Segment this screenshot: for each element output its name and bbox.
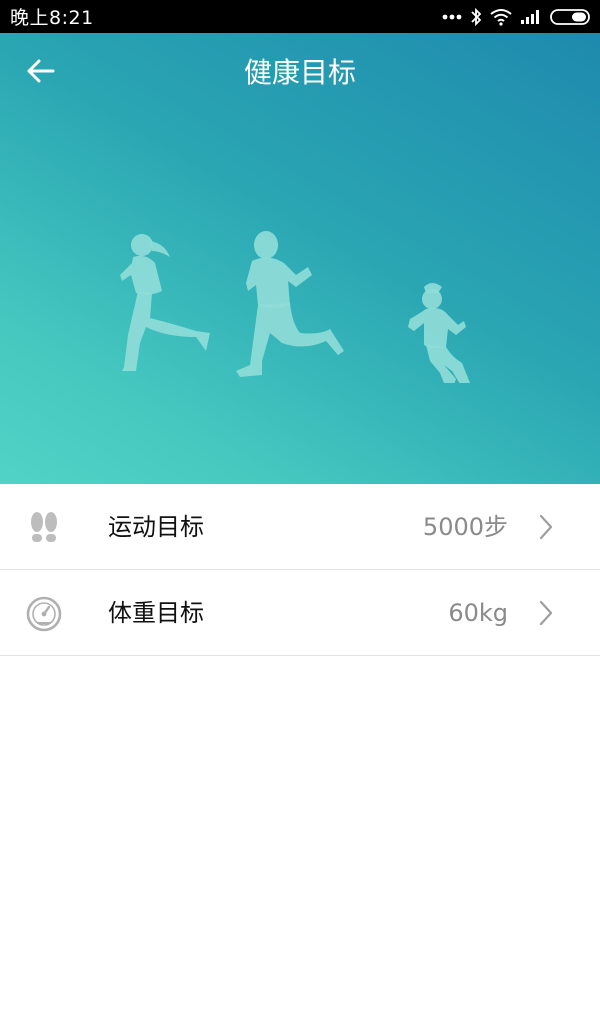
footprints-icon	[24, 508, 64, 548]
goal-value: 60kg	[448, 599, 508, 627]
runner-left-figure	[120, 234, 210, 371]
status-time: 晚上8:21	[10, 7, 94, 29]
goal-value: 5000步	[422, 513, 508, 541]
bluetooth-icon	[470, 7, 482, 27]
runner-right-figure	[408, 283, 470, 383]
status-bar: 晚上8:21	[0, 0, 600, 33]
runner-middle-figure	[236, 231, 344, 377]
hero-banner: 健康目标	[0, 33, 600, 484]
status-icons	[442, 7, 592, 27]
page-title: 健康目标	[243, 56, 356, 89]
goal-list: 运动目标 5000步 体重目标 60kg	[0, 484, 600, 656]
battery-icon	[550, 8, 592, 26]
more-dots-icon	[442, 13, 462, 21]
goal-row-exercise[interactable]: 运动目标 5000步	[0, 484, 600, 570]
goal-label: 运动目标	[108, 513, 204, 541]
chevron-right-icon	[536, 514, 556, 540]
scale-icon	[24, 594, 64, 634]
signal-icon	[520, 9, 542, 25]
runners-illustration	[120, 231, 470, 383]
wifi-icon	[490, 8, 512, 26]
goal-label: 体重目标	[108, 599, 204, 627]
goal-row-weight[interactable]: 体重目标 60kg	[0, 570, 600, 656]
chevron-right-icon	[536, 600, 556, 626]
